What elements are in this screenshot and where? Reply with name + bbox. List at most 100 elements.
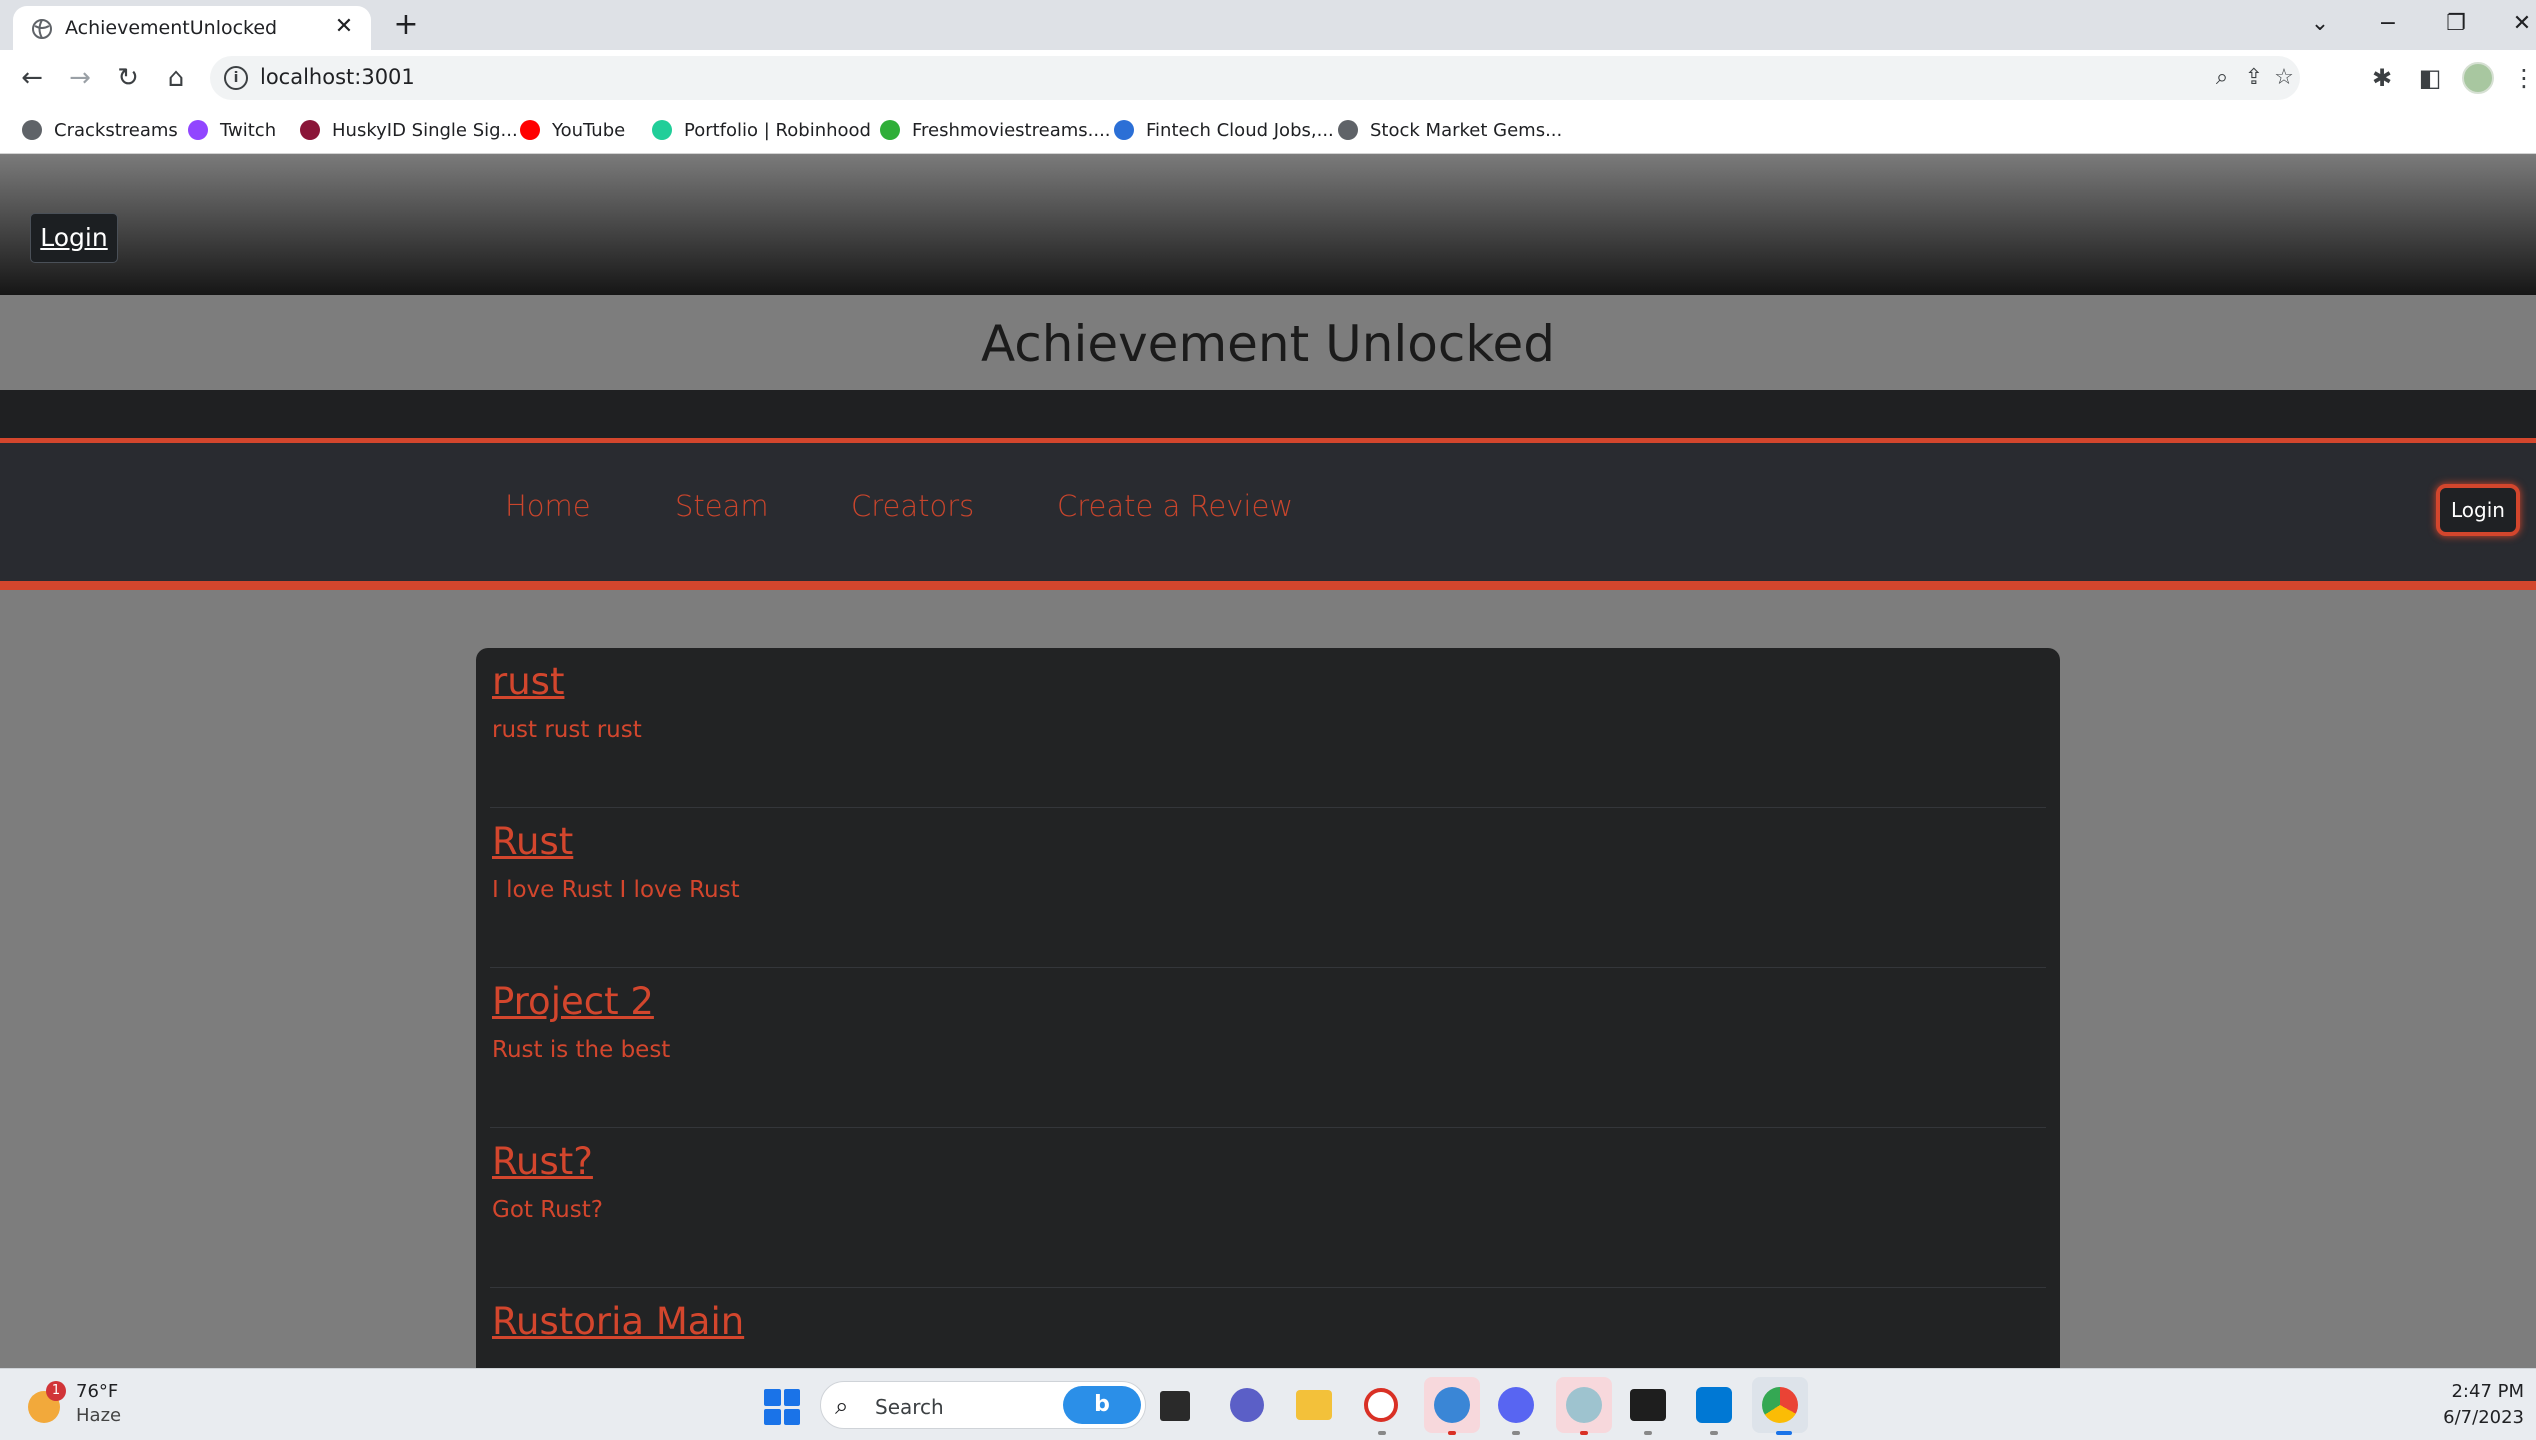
nav-create-review[interactable]: Create a Review	[1057, 489, 1293, 523]
side-panel-icon[interactable]: ◧	[2412, 60, 2448, 96]
bookmark-crackstreams[interactable]: Crackstreams	[22, 116, 178, 144]
web-page: Login Achievement Unlocked Home Steam Cr…	[0, 155, 2536, 1368]
app-browser-icon[interactable]	[1434, 1387, 1470, 1423]
fintech-icon	[1114, 120, 1134, 140]
site-info-icon[interactable]: i	[224, 66, 248, 90]
list-item: Rust I love Rust I love Rust	[490, 808, 2046, 968]
bookmark-huskyid[interactable]: HuskyID Single Sig...	[300, 116, 518, 144]
back-arrow-icon[interactable]: ←	[14, 60, 50, 96]
nav-steam[interactable]: Steam	[675, 489, 769, 523]
app-running-indicator	[1644, 1431, 1652, 1435]
vscode-icon[interactable]	[1696, 1387, 1732, 1423]
robinhood-feather-icon	[652, 120, 672, 140]
twitch-icon	[188, 120, 208, 140]
dark-band	[0, 390, 2536, 438]
weather-badge: 1	[46, 1381, 66, 1401]
profile-avatar[interactable]	[2462, 62, 2494, 94]
huskyid-icon	[300, 120, 320, 140]
app-running-indicator	[1448, 1431, 1456, 1435]
tab-search-chevron-icon[interactable]: ⌄	[2300, 4, 2340, 44]
title-band: Achievement Unlocked	[0, 295, 2536, 390]
app-running-indicator	[1378, 1431, 1386, 1435]
bookmark-youtube[interactable]: YouTube	[520, 116, 625, 144]
top-banner: Login	[0, 155, 2536, 295]
clock-time[interactable]: 2:47 PM	[2451, 1381, 2524, 1402]
browser-tab[interactable]: AchievementUnlocked ✕	[13, 6, 371, 50]
app-running-indicator	[1710, 1431, 1718, 1435]
search-icon: ⌕	[835, 1392, 849, 1420]
new-tab-button[interactable]: +	[388, 8, 424, 44]
terminal-icon[interactable]	[1630, 1389, 1666, 1421]
app-teal-icon[interactable]	[1566, 1387, 1602, 1423]
weather-temp[interactable]: 76°F	[76, 1381, 118, 1402]
teams-chat-icon[interactable]	[1230, 1388, 1264, 1422]
app-running-indicator	[1512, 1431, 1520, 1435]
nav-home[interactable]: Home	[505, 489, 591, 523]
tab-title: AchievementUnlocked	[65, 17, 278, 39]
globe-icon	[32, 19, 52, 39]
review-title-link[interactable]: Rustoria Main	[492, 1300, 2046, 1343]
review-title-link[interactable]: Rust	[492, 820, 2046, 863]
bookmark-label: Fintech Cloud Jobs,...	[1146, 119, 1334, 141]
task-view-icon[interactable]	[1160, 1391, 1190, 1421]
globe-icon	[1338, 120, 1358, 140]
zoom-icon[interactable]: ⌕	[2208, 64, 2236, 92]
review-title-link[interactable]: Rust?	[492, 1140, 2046, 1183]
forward-arrow-icon[interactable]: →	[62, 60, 98, 96]
bookmarks-bar: Crackstreams Twitch HuskyID Single Sig..…	[0, 106, 2536, 154]
bookmark-stock-market-gems[interactable]: Stock Market Gems...	[1338, 116, 1562, 144]
chrome-menu-icon[interactable]: ⋮	[2506, 60, 2536, 96]
bookmark-robinhood[interactable]: Portfolio | Robinhood	[652, 116, 871, 144]
app-running-indicator	[1580, 1431, 1588, 1435]
globe-icon	[22, 120, 42, 140]
bookmark-freshmoviestreams[interactable]: Freshmoviestreams....	[880, 116, 1111, 144]
file-explorer-icon[interactable]	[1296, 1390, 1332, 1420]
close-tab-icon[interactable]: ✕	[331, 14, 357, 40]
bookmark-label: YouTube	[552, 119, 626, 141]
taskbar-search[interactable]: ⌕ Search b	[820, 1381, 1146, 1429]
search-label: Search	[875, 1395, 944, 1419]
top-login-button[interactable]: Login	[30, 213, 118, 263]
bing-icon[interactable]: b	[1063, 1386, 1141, 1424]
list-item: Project 2 Rust is the best	[490, 968, 2046, 1128]
browser-toolbar: ← → ↻ ⌂ i localhost:3001 ⌕ ⇪ ☆ ✱ ◧ ⋮	[0, 50, 2536, 106]
minimize-icon[interactable]: −	[2368, 4, 2408, 44]
weather-condition[interactable]: Haze	[76, 1405, 121, 1426]
reload-icon[interactable]: ↻	[110, 60, 146, 96]
site-title: Achievement Unlocked	[980, 315, 1556, 373]
extensions-puzzle-icon[interactable]: ✱	[2364, 60, 2400, 96]
clock-date[interactable]: 6/7/2023	[2443, 1407, 2524, 1428]
nav-creators[interactable]: Creators	[851, 489, 974, 523]
review-body: Rust is the best	[492, 1037, 671, 1063]
discord-icon[interactable]	[1498, 1387, 1534, 1423]
bookmark-twitch[interactable]: Twitch	[188, 116, 276, 144]
url-text[interactable]: localhost:3001	[260, 65, 415, 89]
review-body: Got Rust?	[492, 1197, 603, 1223]
review-title-link[interactable]: rust	[492, 660, 2046, 703]
share-icon[interactable]: ⇪	[2240, 64, 2268, 92]
list-item: Rust? Got Rust?	[490, 1128, 2046, 1288]
bookmark-label: HuskyID Single Sig...	[332, 119, 518, 141]
browser-tab-strip: AchievementUnlocked ✕ + ⌄ − ❐ ✕	[0, 0, 2536, 50]
restore-icon[interactable]: ❐	[2436, 4, 2476, 44]
bookmark-label: Freshmoviestreams....	[912, 119, 1111, 141]
bookmark-label: Stock Market Gems...	[1370, 119, 1563, 141]
review-title-link[interactable]: Project 2	[492, 980, 2046, 1023]
bookmark-fintech-jobs[interactable]: Fintech Cloud Jobs,...	[1114, 116, 1334, 144]
list-item: rust rust rust rust	[490, 648, 2046, 808]
bookmark-label: Crackstreams	[54, 119, 178, 141]
app-red-circle-icon[interactable]	[1364, 1388, 1398, 1422]
home-icon[interactable]: ⌂	[158, 60, 194, 96]
windows-start-icon[interactable]	[764, 1389, 800, 1425]
address-bar[interactable]: i localhost:3001 ⌕ ⇪ ☆	[210, 56, 2300, 100]
bookmark-label: Twitch	[220, 119, 277, 141]
play-icon	[880, 120, 900, 140]
taskbar: 1 76°F Haze ⌕ Search b 2:47 PM 6/7/2023	[0, 1368, 2536, 1440]
main-nav: Home Steam Creators Create a Review Logi…	[0, 438, 2536, 590]
review-body: I love Rust I love Rust	[492, 877, 740, 903]
bookmark-star-icon[interactable]: ☆	[2270, 64, 2298, 92]
close-window-icon[interactable]: ✕	[2502, 4, 2536, 44]
chrome-icon[interactable]	[1762, 1387, 1798, 1423]
nav-login-button[interactable]: Login	[2436, 484, 2520, 536]
list-item: Rustoria Main	[490, 1288, 2046, 1368]
